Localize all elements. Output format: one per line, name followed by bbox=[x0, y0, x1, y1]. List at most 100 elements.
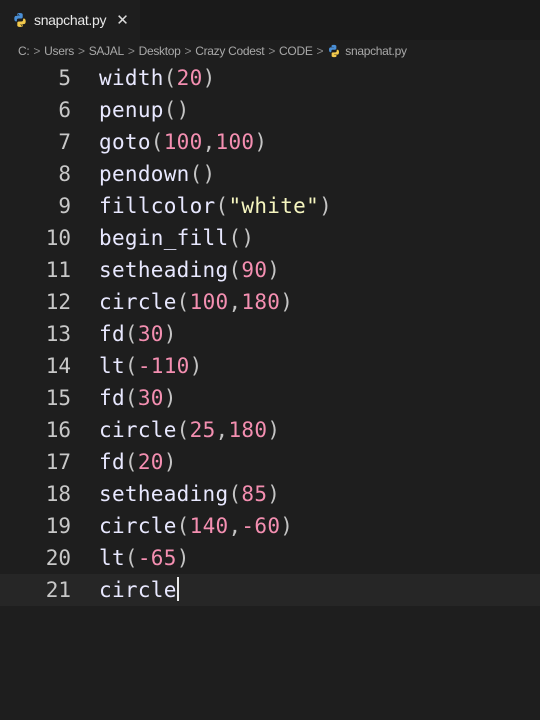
code-token: 30 bbox=[137, 322, 164, 346]
code-token: () bbox=[189, 162, 216, 186]
code-line[interactable]: 21 circle bbox=[0, 574, 540, 606]
code-token: ( bbox=[124, 546, 138, 570]
code-token: setheading bbox=[99, 482, 229, 506]
line-number: 7 bbox=[58, 130, 71, 154]
breadcrumb-item[interactable]: CODE bbox=[279, 44, 313, 58]
code-token: - bbox=[137, 546, 151, 570]
code-token: ) bbox=[280, 514, 294, 538]
code-token: setheading bbox=[99, 258, 229, 282]
code-text: fd(20) bbox=[99, 446, 177, 478]
code-token: circle bbox=[99, 290, 177, 314]
code-token: 25 bbox=[189, 418, 216, 442]
code-text: goto(100,100) bbox=[99, 126, 267, 158]
line-number: 19 bbox=[45, 514, 71, 538]
code-line[interactable]: 19 circle(140,-60) bbox=[0, 510, 540, 542]
code-line[interactable]: 9 fillcolor("white") bbox=[0, 190, 540, 222]
code-text: circle bbox=[99, 574, 179, 606]
code-token: 60 bbox=[254, 514, 281, 538]
code-token: width bbox=[99, 66, 164, 90]
line-number: 15 bbox=[45, 386, 71, 410]
code-text: setheading(85) bbox=[99, 478, 280, 510]
breadcrumb-item[interactable]: C: bbox=[18, 44, 30, 58]
code-token: ) bbox=[163, 450, 177, 474]
line-number: 17 bbox=[45, 450, 71, 474]
code-editor[interactable]: 5 width(20) 6 penup() 7 goto(100,100) 8 pendown… bbox=[0, 62, 540, 720]
code-token: "white" bbox=[228, 194, 320, 218]
breadcrumb-item[interactable]: Users bbox=[44, 44, 74, 58]
code-token: ( bbox=[124, 386, 138, 410]
code-token: 65 bbox=[150, 546, 177, 570]
line-number: 20 bbox=[45, 546, 71, 570]
code-token: 90 bbox=[241, 258, 268, 282]
code-text: penup() bbox=[99, 94, 190, 126]
code-text: lt(-65) bbox=[99, 542, 190, 574]
code-line[interactable]: 14 lt(-110) bbox=[0, 350, 540, 382]
code-line[interactable]: 17 fd(20) bbox=[0, 446, 540, 478]
code-token: ) bbox=[163, 322, 177, 346]
code-text: fillcolor("white") bbox=[99, 190, 332, 222]
line-number: 8 bbox=[58, 162, 71, 186]
line-number: 13 bbox=[45, 322, 71, 346]
code-line[interactable]: 10 begin_fill() bbox=[0, 222, 540, 254]
code-token: ) bbox=[267, 482, 281, 506]
code-line[interactable]: 18 setheading(85) bbox=[0, 478, 540, 510]
code-token: 20 bbox=[137, 450, 164, 474]
code-token: circle bbox=[99, 418, 177, 442]
code-token: 180 bbox=[241, 290, 281, 314]
code-token: lt bbox=[99, 354, 125, 378]
code-token: circle bbox=[99, 514, 177, 538]
code-token: ( bbox=[124, 322, 138, 346]
breadcrumb-separator: > bbox=[184, 44, 192, 58]
code-token: ) bbox=[280, 290, 294, 314]
code-token: ( bbox=[163, 66, 177, 90]
code-line[interactable]: 11 setheading(90) bbox=[0, 254, 540, 286]
line-number: 12 bbox=[45, 290, 71, 314]
code-line[interactable]: 15 fd(30) bbox=[0, 382, 540, 414]
code-token: - bbox=[137, 354, 151, 378]
code-token: 140 bbox=[189, 514, 229, 538]
line-number: 9 bbox=[58, 194, 71, 218]
code-token: ( bbox=[124, 354, 138, 378]
code-token: begin_fill bbox=[99, 226, 229, 250]
breadcrumb: C: > Users > SAJAL > Desktop > Crazy Cod… bbox=[0, 40, 540, 62]
code-token: pendown bbox=[99, 162, 190, 186]
breadcrumb-separator: > bbox=[268, 44, 276, 58]
code-token: fd bbox=[99, 322, 125, 346]
code-line[interactable]: 20 lt(-65) bbox=[0, 542, 540, 574]
breadcrumb-separator: > bbox=[316, 44, 324, 58]
code-line[interactable]: 13 fd(30) bbox=[0, 318, 540, 350]
code-token: fillcolor bbox=[99, 194, 216, 218]
breadcrumb-item[interactable]: Desktop bbox=[139, 44, 181, 58]
code-text: fd(30) bbox=[99, 318, 177, 350]
code-text: width(20) bbox=[99, 62, 216, 94]
code-token: ( bbox=[124, 450, 138, 474]
code-token: ) bbox=[267, 258, 281, 282]
breadcrumb-item[interactable]: SAJAL bbox=[89, 44, 124, 58]
breadcrumb-separator: > bbox=[77, 44, 85, 58]
code-token: ( bbox=[215, 194, 229, 218]
code-token: ( bbox=[228, 482, 242, 506]
code-token: , bbox=[202, 130, 216, 154]
code-token: 110 bbox=[150, 354, 190, 378]
code-token: ) bbox=[176, 546, 190, 570]
code-line[interactable]: 5 width(20) bbox=[0, 62, 540, 94]
code-token: , bbox=[228, 514, 242, 538]
code-token: () bbox=[228, 226, 255, 250]
breadcrumb-file[interactable]: snapchat.py bbox=[345, 44, 407, 58]
code-token: ( bbox=[176, 290, 190, 314]
close-icon[interactable]: ✕ bbox=[116, 13, 129, 28]
code-token: ) bbox=[202, 66, 216, 90]
breadcrumb-item[interactable]: Crazy Codest bbox=[195, 44, 264, 58]
code-line[interactable]: 6 penup() bbox=[0, 94, 540, 126]
python-file-icon bbox=[329, 44, 340, 58]
code-line[interactable]: 12 circle(100,180) bbox=[0, 286, 540, 318]
code-token: ) bbox=[163, 386, 177, 410]
code-line[interactable]: 16 circle(25,180) bbox=[0, 414, 540, 446]
code-line[interactable]: 7 goto(100,100) bbox=[0, 126, 540, 158]
code-text: lt(-110) bbox=[99, 350, 203, 382]
code-line[interactable]: 8 pendown() bbox=[0, 158, 540, 190]
code-token: ( bbox=[176, 514, 190, 538]
editor-tab-snapchat[interactable]: snapchat.py ✕ bbox=[0, 0, 140, 40]
line-number: 14 bbox=[45, 354, 71, 378]
code-token: 30 bbox=[137, 386, 164, 410]
